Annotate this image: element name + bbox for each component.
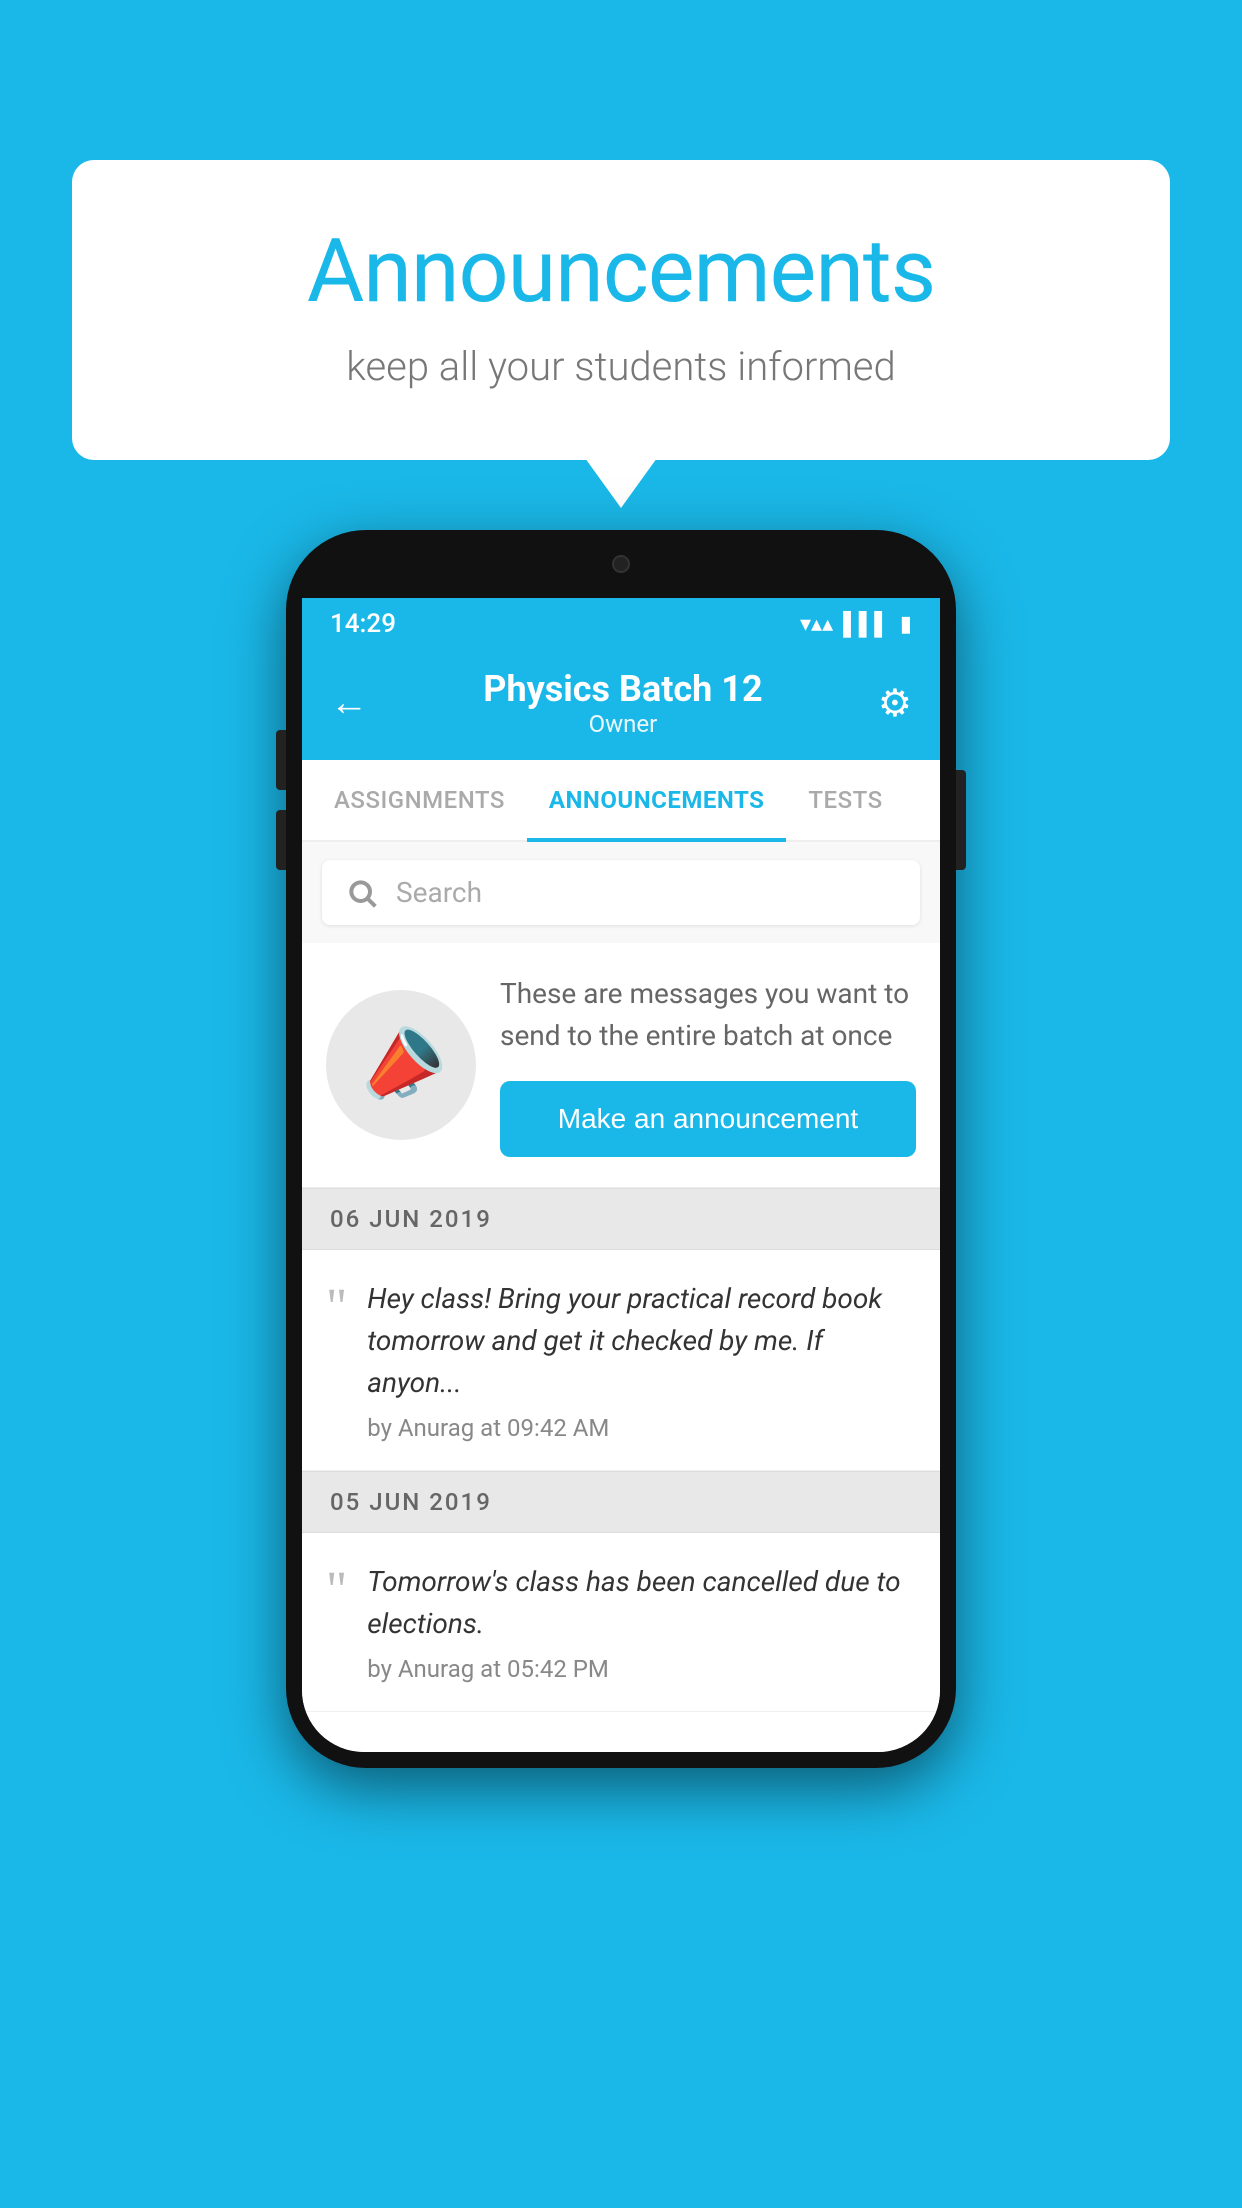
announcement-text-2: Tomorrow's class has been cancelled due … bbox=[367, 1561, 916, 1683]
phone-screen: 14:29 ▾▴▴ ▌▌▌ ▮ ← Physics Batch 12 Owner… bbox=[302, 598, 940, 1752]
megaphone-icon: 📣 bbox=[344, 1010, 457, 1121]
notch-area bbox=[302, 546, 940, 598]
phone-outer: 14:29 ▾▴▴ ▌▌▌ ▮ ← Physics Batch 12 Owner… bbox=[286, 530, 956, 1768]
announcement-item-1: " Hey class! Bring your practical record… bbox=[302, 1250, 940, 1471]
front-camera bbox=[612, 555, 630, 573]
phone-mockup: 14:29 ▾▴▴ ▌▌▌ ▮ ← Physics Batch 12 Owner… bbox=[286, 530, 956, 1768]
bubble-title: Announcements bbox=[152, 220, 1090, 323]
status-bar: 14:29 ▾▴▴ ▌▌▌ ▮ bbox=[302, 598, 940, 650]
date-separator-2: 05 JUN 2019 bbox=[302, 1471, 940, 1533]
announcement-author-2: by Anurag at 05:42 PM bbox=[367, 1655, 916, 1683]
tab-announcements[interactable]: ANNOUNCEMENTS bbox=[527, 760, 787, 840]
header-center: Physics Batch 12 Owner bbox=[483, 668, 762, 738]
volume-up-button bbox=[276, 730, 286, 790]
quote-icon-2: " bbox=[326, 1565, 347, 1617]
announcement-right: These are messages you want to send to t… bbox=[500, 973, 916, 1157]
header-title: Physics Batch 12 bbox=[483, 668, 762, 710]
back-button[interactable]: ← bbox=[330, 681, 368, 725]
power-button bbox=[956, 770, 966, 870]
search-input[interactable]: Search bbox=[396, 876, 482, 909]
tab-tests[interactable]: TESTS bbox=[786, 760, 904, 840]
quote-icon-1: " bbox=[326, 1282, 347, 1334]
battery-icon: ▮ bbox=[900, 612, 912, 637]
search-container: Search bbox=[302, 842, 940, 943]
signal-icon: ▌▌▌ bbox=[843, 611, 890, 637]
make-announcement-button[interactable]: Make an announcement bbox=[500, 1081, 916, 1157]
date-separator-1: 06 JUN 2019 bbox=[302, 1188, 940, 1250]
announcement-description: These are messages you want to send to t… bbox=[500, 973, 916, 1057]
speech-bubble: Announcements keep all your students inf… bbox=[72, 160, 1170, 460]
announcement-text-1: Hey class! Bring your practical record b… bbox=[367, 1278, 916, 1442]
app-header: ← Physics Batch 12 Owner ⚙ bbox=[302, 650, 940, 760]
announcement-message-2: Tomorrow's class has been cancelled due … bbox=[367, 1561, 916, 1645]
volume-down-button bbox=[276, 810, 286, 870]
tab-assignments[interactable]: ASSIGNMENTS bbox=[312, 760, 527, 840]
settings-icon[interactable]: ⚙ bbox=[878, 681, 912, 726]
header-subtitle: Owner bbox=[483, 710, 762, 738]
announcement-author-1: by Anurag at 09:42 AM bbox=[367, 1414, 916, 1442]
status-icons: ▾▴▴ ▌▌▌ ▮ bbox=[800, 611, 912, 637]
bubble-subtitle: keep all your students informed bbox=[152, 343, 1090, 390]
phone-bottom bbox=[302, 1712, 940, 1752]
announcement-item-2: " Tomorrow's class has been cancelled du… bbox=[302, 1533, 940, 1712]
announcement-prompt: 📣 These are messages you want to send to… bbox=[302, 943, 940, 1188]
speech-bubble-container: Announcements keep all your students inf… bbox=[72, 160, 1170, 460]
announcement-icon-circle: 📣 bbox=[326, 990, 476, 1140]
notch bbox=[561, 546, 681, 582]
tabs-bar: ASSIGNMENTS ANNOUNCEMENTS TESTS bbox=[302, 760, 940, 842]
search-bar[interactable]: Search bbox=[322, 860, 920, 925]
status-time: 14:29 bbox=[330, 609, 396, 639]
wifi-icon: ▾▴▴ bbox=[800, 612, 833, 637]
search-icon bbox=[346, 877, 378, 909]
announcement-message-1: Hey class! Bring your practical record b… bbox=[367, 1278, 916, 1404]
